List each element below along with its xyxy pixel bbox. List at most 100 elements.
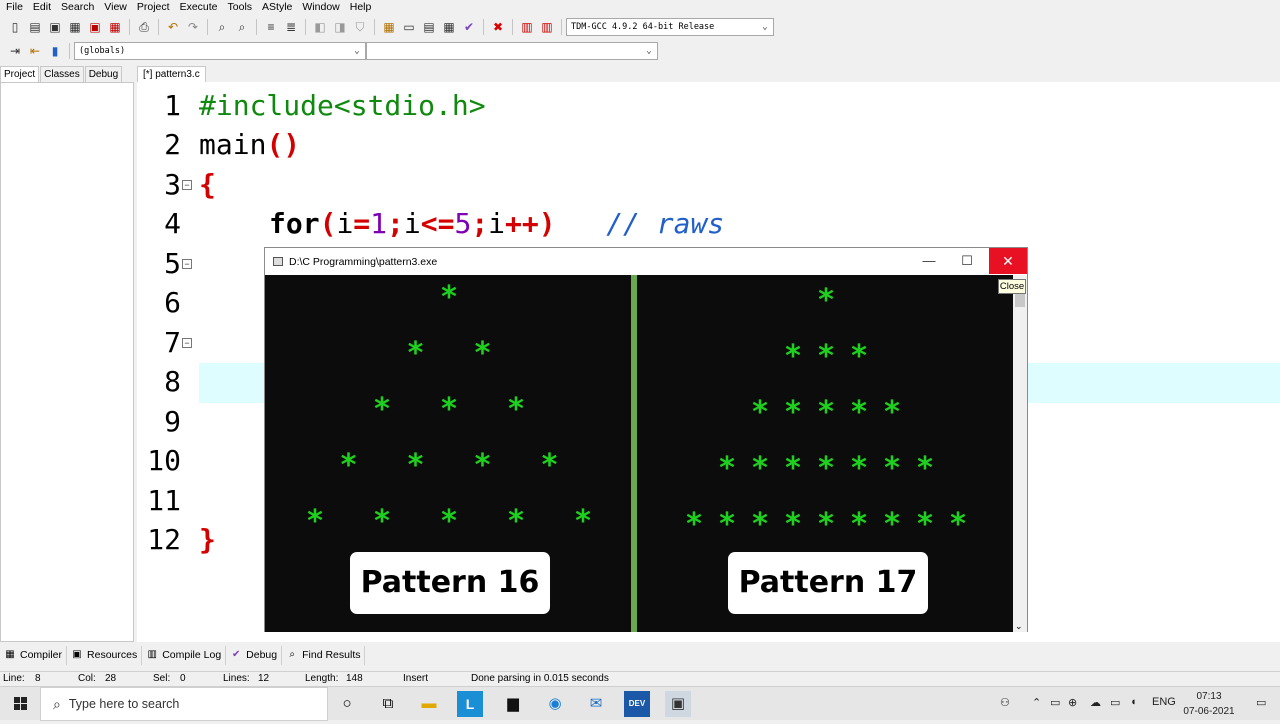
tray-chevron-up-icon[interactable]: ⌃ <box>1032 696 1041 709</box>
battery-icon[interactable]: ▭ <box>1110 696 1120 709</box>
goto-bookmark-icon[interactable]: ◨ <box>331 18 349 36</box>
find-icon[interactable]: ⌕ <box>213 18 231 36</box>
undo-icon[interactable]: ↶ <box>164 18 182 36</box>
star-glyph: * <box>750 395 770 430</box>
mail-icon[interactable]: ✉ <box>583 691 609 717</box>
line-number: 9 <box>164 405 181 438</box>
run-icon[interactable]: ▭ <box>400 18 418 36</box>
shield-icon[interactable]: ⛉ <box>351 18 369 36</box>
bottom-tabs: ▦ Compiler ▣ Resources ▥ Compile Log ✔ Debug… <box>0 645 1280 665</box>
print-icon[interactable]: ⎙ <box>135 18 153 36</box>
star-glyph: * <box>750 451 770 486</box>
fold-toggle-icon[interactable]: − <box>182 338 192 348</box>
tab-classes[interactable]: Classes <box>40 66 84 82</box>
menu-edit[interactable]: Edit <box>28 0 56 14</box>
maximize-button[interactable]: ☐ <box>948 248 986 274</box>
file-explorer-icon[interactable]: ▬ <box>416 691 442 717</box>
windows-start-button[interactable] <box>0 687 40 721</box>
star-glyph: * <box>506 504 526 539</box>
language-indicator[interactable]: ENG <box>1152 696 1176 708</box>
star-glyph: * <box>717 507 737 542</box>
star-glyph: * <box>882 451 902 486</box>
menu-window[interactable]: Window <box>297 0 344 14</box>
line-number: 7 <box>164 326 181 359</box>
meet-now-icon[interactable]: ▭ <box>1050 696 1060 709</box>
star-glyph: * <box>372 504 392 539</box>
bookmark-icon[interactable]: ▮ <box>46 42 64 60</box>
stop-execution-icon[interactable]: ✖ <box>489 18 507 36</box>
menu-view[interactable]: View <box>99 0 132 14</box>
compile-run-icon[interactable]: ▤ <box>420 18 438 36</box>
scope-select[interactable]: (globals) ⌄ <box>74 42 366 60</box>
menu-project[interactable]: Project <box>132 0 175 14</box>
tab-debug-output[interactable]: ✔ Debug <box>226 645 283 665</box>
tab-compile-log[interactable]: ▥ Compile Log <box>142 645 227 665</box>
indent-icon[interactable]: ≡ <box>262 18 280 36</box>
menu-execute[interactable]: Execute <box>175 0 223 14</box>
close-file-icon[interactable]: ▣ <box>86 18 104 36</box>
network-globe-icon[interactable]: ⊕ <box>1068 696 1077 709</box>
taskbar-clock[interactable]: 07:13 07-06-2021 <box>1180 689 1238 719</box>
save-icon[interactable]: ▣ <box>46 18 64 36</box>
toolbar-separator <box>158 19 159 35</box>
menu-tools[interactable]: Tools <box>223 0 258 14</box>
semicolon: ; <box>471 207 489 240</box>
line-number: 5 <box>164 247 181 280</box>
rebuild-icon[interactable]: ▦ <box>440 18 458 36</box>
tab-pattern3-c[interactable]: [*] pattern3.c <box>137 66 206 82</box>
replace-icon[interactable]: ⌕ <box>233 18 251 36</box>
volume-icon[interactable]: ◖ <box>1130 696 1137 708</box>
menu-file[interactable]: File <box>0 0 28 14</box>
star-glyph: * <box>750 507 770 542</box>
tab-resources[interactable]: ▣ Resources <box>67 645 143 665</box>
symbol-select[interactable]: ⌄ <box>366 42 658 60</box>
star-glyph: * <box>406 448 425 483</box>
console-titlebar[interactable]: D:\C Programming\pattern3.exe — ☐ ✕ <box>265 248 1027 275</box>
console-taskbar-icon[interactable]: ▣ <box>665 691 691 717</box>
onedrive-icon[interactable]: ☁ <box>1090 696 1101 709</box>
taskbar-search-box[interactable]: ⌕ Type here to search <box>40 687 328 721</box>
scroll-down-icon[interactable]: ⌄ <box>1015 621 1023 632</box>
new-file-icon[interactable]: ▯ <box>6 18 24 36</box>
console-scrollbar[interactable]: ⌄ <box>1013 275 1027 632</box>
goto-declaration-icon[interactable]: ⇥ <box>6 42 24 60</box>
check-syntax-icon[interactable]: ✔ <box>460 18 478 36</box>
close-all-icon[interactable]: ▦ <box>106 18 124 36</box>
people-icon[interactable]: ⚇ <box>1000 696 1010 709</box>
menu-astyle[interactable]: AStyle <box>257 0 297 14</box>
main-toolbar: ▯ ▤ ▣ ▦ ▣ ▦ ⎙ ↶ ↷ ⌕ ⌕ ≡ ≣ ◧ ◨ ⛉ ▦ ▭ ▤ ▦ … <box>5 16 785 38</box>
redo-icon[interactable]: ↷ <box>184 18 202 36</box>
save-all-icon[interactable]: ▦ <box>66 18 84 36</box>
compile-icon[interactable]: ▦ <box>380 18 398 36</box>
edge-browser-icon[interactable]: ◉ <box>542 691 568 717</box>
tab-find-results[interactable]: ⌕ Find Results <box>282 645 366 665</box>
lexicon-app-icon[interactable]: L <box>457 691 483 717</box>
console-window[interactable]: D:\C Programming\pattern3.exe — ☐ ✕ * * * *… <box>264 247 1028 632</box>
status-lines-label: Lines: <box>223 673 250 684</box>
task-view-icon[interactable]: ⧉ <box>375 691 401 717</box>
unindent-icon[interactable]: ≣ <box>282 18 300 36</box>
project-tree[interactable] <box>0 82 134 642</box>
windows-logo-icon <box>14 697 27 710</box>
menu-help[interactable]: Help <box>345 0 377 14</box>
profile-chart-icon[interactable]: ▥ <box>518 18 536 36</box>
close-button[interactable]: ✕ <box>989 248 1027 274</box>
code-comment: // raws <box>606 207 725 240</box>
terminal-icon[interactable]: ▆ <box>500 691 526 717</box>
devcpp-taskbar-icon[interactable]: DEV <box>624 691 650 717</box>
console-app-icon <box>273 257 283 266</box>
cortana-icon[interactable]: ○ <box>334 691 360 717</box>
toggle-bookmark-icon[interactable]: ◧ <box>311 18 329 36</box>
delete-profile-icon[interactable]: ▥ <box>538 18 556 36</box>
fold-toggle-icon[interactable]: − <box>182 180 192 190</box>
minimize-button[interactable]: — <box>910 248 948 274</box>
fold-toggle-icon[interactable]: − <box>182 259 192 269</box>
tab-debug[interactable]: Debug <box>84 66 123 82</box>
tab-project[interactable]: Project <box>0 66 40 82</box>
notifications-icon[interactable]: ▭ <box>1256 696 1266 709</box>
menu-search[interactable]: Search <box>56 0 99 14</box>
open-file-icon[interactable]: ▤ <box>26 18 44 36</box>
tab-compiler[interactable]: ▦ Compiler <box>0 645 68 665</box>
goto-definition-icon[interactable]: ⇤ <box>26 42 44 60</box>
compiler-select[interactable]: TDM-GCC 4.9.2 64-bit Release ⌄ <box>566 18 774 36</box>
